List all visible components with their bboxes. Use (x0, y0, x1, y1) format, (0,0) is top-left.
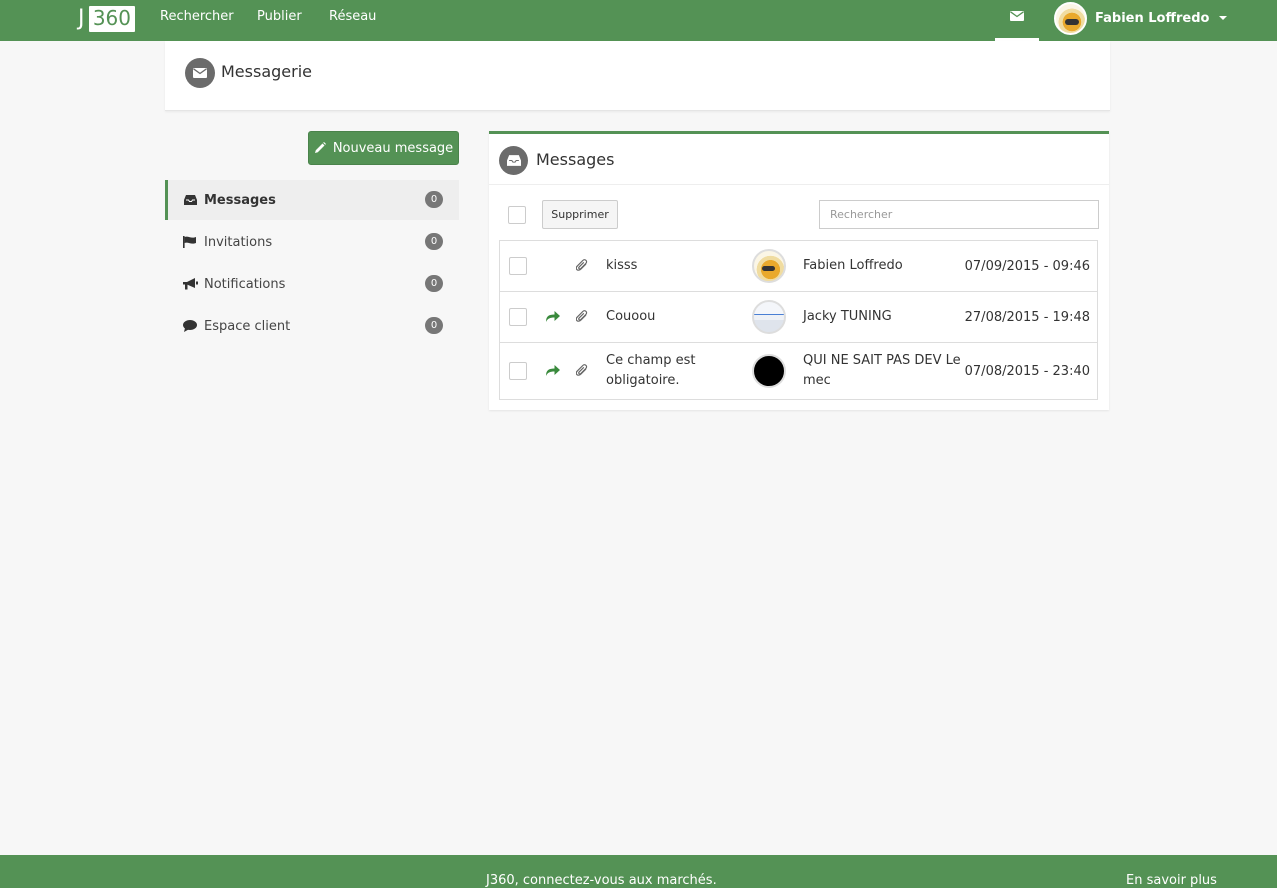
count-badge: 0 (425, 191, 443, 208)
nav-publier[interactable]: Publier (257, 0, 302, 41)
paperclip-icon (576, 364, 588, 376)
logo-box: 360 (88, 5, 135, 32)
sender-avatar (752, 300, 786, 334)
messages-panel-header: Messages (489, 134, 1109, 185)
message-subject: Ce champ est obligatoire. (606, 353, 696, 388)
row-checkbox[interactable] (509, 257, 527, 275)
message-sender: QUI NE SAIT PAS DEV Le mec (803, 353, 961, 388)
paperclip-icon (576, 310, 588, 322)
messages-table: kisss Fabien Loffredo 07/09/2015 - 09:46… (499, 240, 1098, 400)
flag-icon (182, 235, 198, 249)
messages-panel: Messages Supprimer kisss Fabien Loffredo… (489, 131, 1109, 410)
top-navbar: J 360 Rechercher Publier Réseau Fabien L… (0, 0, 1277, 41)
sidebar-item-invitations[interactable]: Invitations 0 (165, 222, 459, 262)
sender-avatar (752, 249, 786, 283)
message-sender: Jacky TUNING (803, 309, 892, 324)
user-menu[interactable]: Fabien Loffredo (1054, 0, 1228, 36)
sidebar-item-label: Messages (204, 192, 276, 208)
sidebar-item-messages[interactable]: Messages 0 (165, 180, 459, 220)
table-row[interactable]: Couoou Jacky TUNING 27/08/2015 - 19:48 (500, 292, 1097, 343)
user-name: Fabien Loffredo (1095, 10, 1210, 26)
comment-icon (182, 319, 198, 333)
inbox-icon (499, 146, 528, 175)
row-checkbox[interactable] (509, 308, 527, 326)
nav-rechercher[interactable]: Rechercher (160, 0, 234, 41)
count-badge: 0 (425, 317, 443, 334)
reply-arrow-icon (546, 365, 560, 376)
count-badge: 0 (425, 233, 443, 250)
pencil-icon (314, 142, 326, 153)
j360-logo[interactable]: J 360 (78, 5, 135, 32)
sidebar-item-espace-client[interactable]: Espace client 0 (165, 306, 459, 346)
table-row[interactable]: kisss Fabien Loffredo 07/09/2015 - 09:46 (500, 241, 1097, 292)
sidebar-item-notifications[interactable]: Notifications 0 (165, 264, 459, 304)
message-subject: kisss (606, 258, 638, 273)
row-checkbox[interactable] (509, 362, 527, 380)
page-header: Messagerie (165, 41, 1110, 111)
delete-button[interactable]: Supprimer (542, 200, 618, 229)
message-date: 07/09/2015 - 09:46 (964, 259, 1090, 274)
footer-tagline: J360, connectez-vous aux marchés. (486, 873, 717, 888)
learn-more-link[interactable]: En savoir plus (1126, 873, 1217, 888)
user-avatar (1054, 1, 1087, 35)
inbox-icon (182, 193, 198, 207)
bullhorn-icon (182, 277, 198, 291)
chevron-down-icon (1219, 16, 1228, 20)
sidebar-item-label: Espace client (204, 318, 291, 334)
select-all-checkbox[interactable] (508, 206, 526, 224)
count-badge: 0 (425, 275, 443, 292)
sidebar-item-label: Invitations (204, 234, 273, 250)
table-row[interactable]: Ce champ est obligatoire. QUI NE SAIT PA… (500, 343, 1097, 399)
sender-avatar (752, 354, 786, 388)
message-date: 07/08/2015 - 23:40 (964, 364, 1090, 379)
message-subject: Couoou (606, 309, 656, 324)
messages-panel-title: Messages (536, 150, 615, 169)
envelope-icon (185, 58, 215, 88)
search-input[interactable] (819, 200, 1099, 229)
logo-letter: J (78, 5, 85, 31)
page-title: Messagerie (221, 62, 312, 81)
paperclip-icon (576, 259, 588, 271)
nav-reseau[interactable]: Réseau (329, 0, 376, 41)
sidebar-item-label: Notifications (204, 276, 286, 292)
nav-messages-button[interactable] (995, 0, 1039, 41)
new-message-button[interactable]: Nouveau message (308, 131, 459, 165)
new-message-label: Nouveau message (332, 140, 454, 156)
footer: J360, connectez-vous aux marchés. En sav… (0, 855, 1277, 888)
envelope-icon (1010, 11, 1024, 21)
reply-arrow-icon (546, 311, 560, 322)
message-date: 27/08/2015 - 19:48 (964, 310, 1090, 325)
message-sender: Fabien Loffredo (803, 258, 903, 273)
